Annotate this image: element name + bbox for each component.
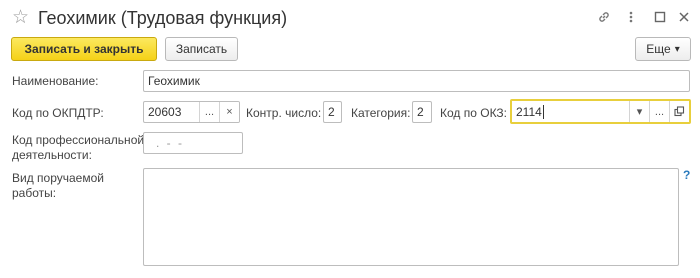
okz-input[interactable]: 2114 ▾ ...: [510, 99, 691, 124]
save-and-close-button[interactable]: Записать и закрыть: [11, 37, 157, 61]
prof-activity-value: . - -: [156, 136, 184, 150]
work-type-textarea[interactable]: [143, 168, 679, 266]
chevron-down-icon: ▾: [674, 43, 680, 55]
okpdtr-input[interactable]: 20603 ... ×: [143, 101, 240, 123]
favorite-star-icon[interactable]: ☆: [12, 8, 29, 28]
okpdtr-value: 20603: [148, 105, 182, 119]
work-type-label-line2: работы:: [12, 186, 57, 200]
save-button[interactable]: Записать: [165, 37, 238, 61]
okz-select-button[interactable]: ...: [649, 101, 669, 122]
prof-activity-input[interactable]: . - -: [143, 132, 243, 154]
okz-label: Код по ОКЗ:: [440, 106, 508, 120]
name-input[interactable]: Геохимик: [143, 70, 690, 92]
name-label: Наименование:: [12, 74, 99, 88]
okpdtr-label: Код по ОКПДТР:: [12, 106, 104, 120]
prof-activity-label-line2: деятельности:: [12, 148, 92, 162]
category-input[interactable]: 2: [412, 101, 432, 123]
okz-value: 2114: [516, 104, 542, 119]
more-label: Еще: [646, 42, 671, 56]
link-icon[interactable]: [595, 8, 613, 26]
window-title: Геохимик (Трудовая функция): [38, 8, 288, 28]
okz-dropdown-icon[interactable]: ▾: [629, 101, 649, 122]
control-number-input[interactable]: 2: [323, 101, 342, 123]
text-cursor: [542, 104, 544, 119]
more-button[interactable]: Еще ▾: [635, 37, 691, 61]
open-icon[interactable]: [669, 101, 689, 122]
more-vertical-icon[interactable]: [622, 8, 640, 26]
okpdtr-select-button[interactable]: ...: [199, 102, 219, 122]
close-icon[interactable]: [675, 8, 693, 26]
help-icon[interactable]: ?: [683, 168, 690, 182]
prof-activity-label-line1: Код профессиональной: [12, 133, 145, 147]
work-type-label-line1: Вид поручаемой: [12, 171, 104, 185]
okpdtr-clear-icon[interactable]: ×: [219, 102, 239, 122]
category-label: Категория:: [351, 106, 411, 120]
control-number-label: Контр. число:: [246, 106, 322, 120]
maximize-icon[interactable]: [651, 8, 669, 26]
